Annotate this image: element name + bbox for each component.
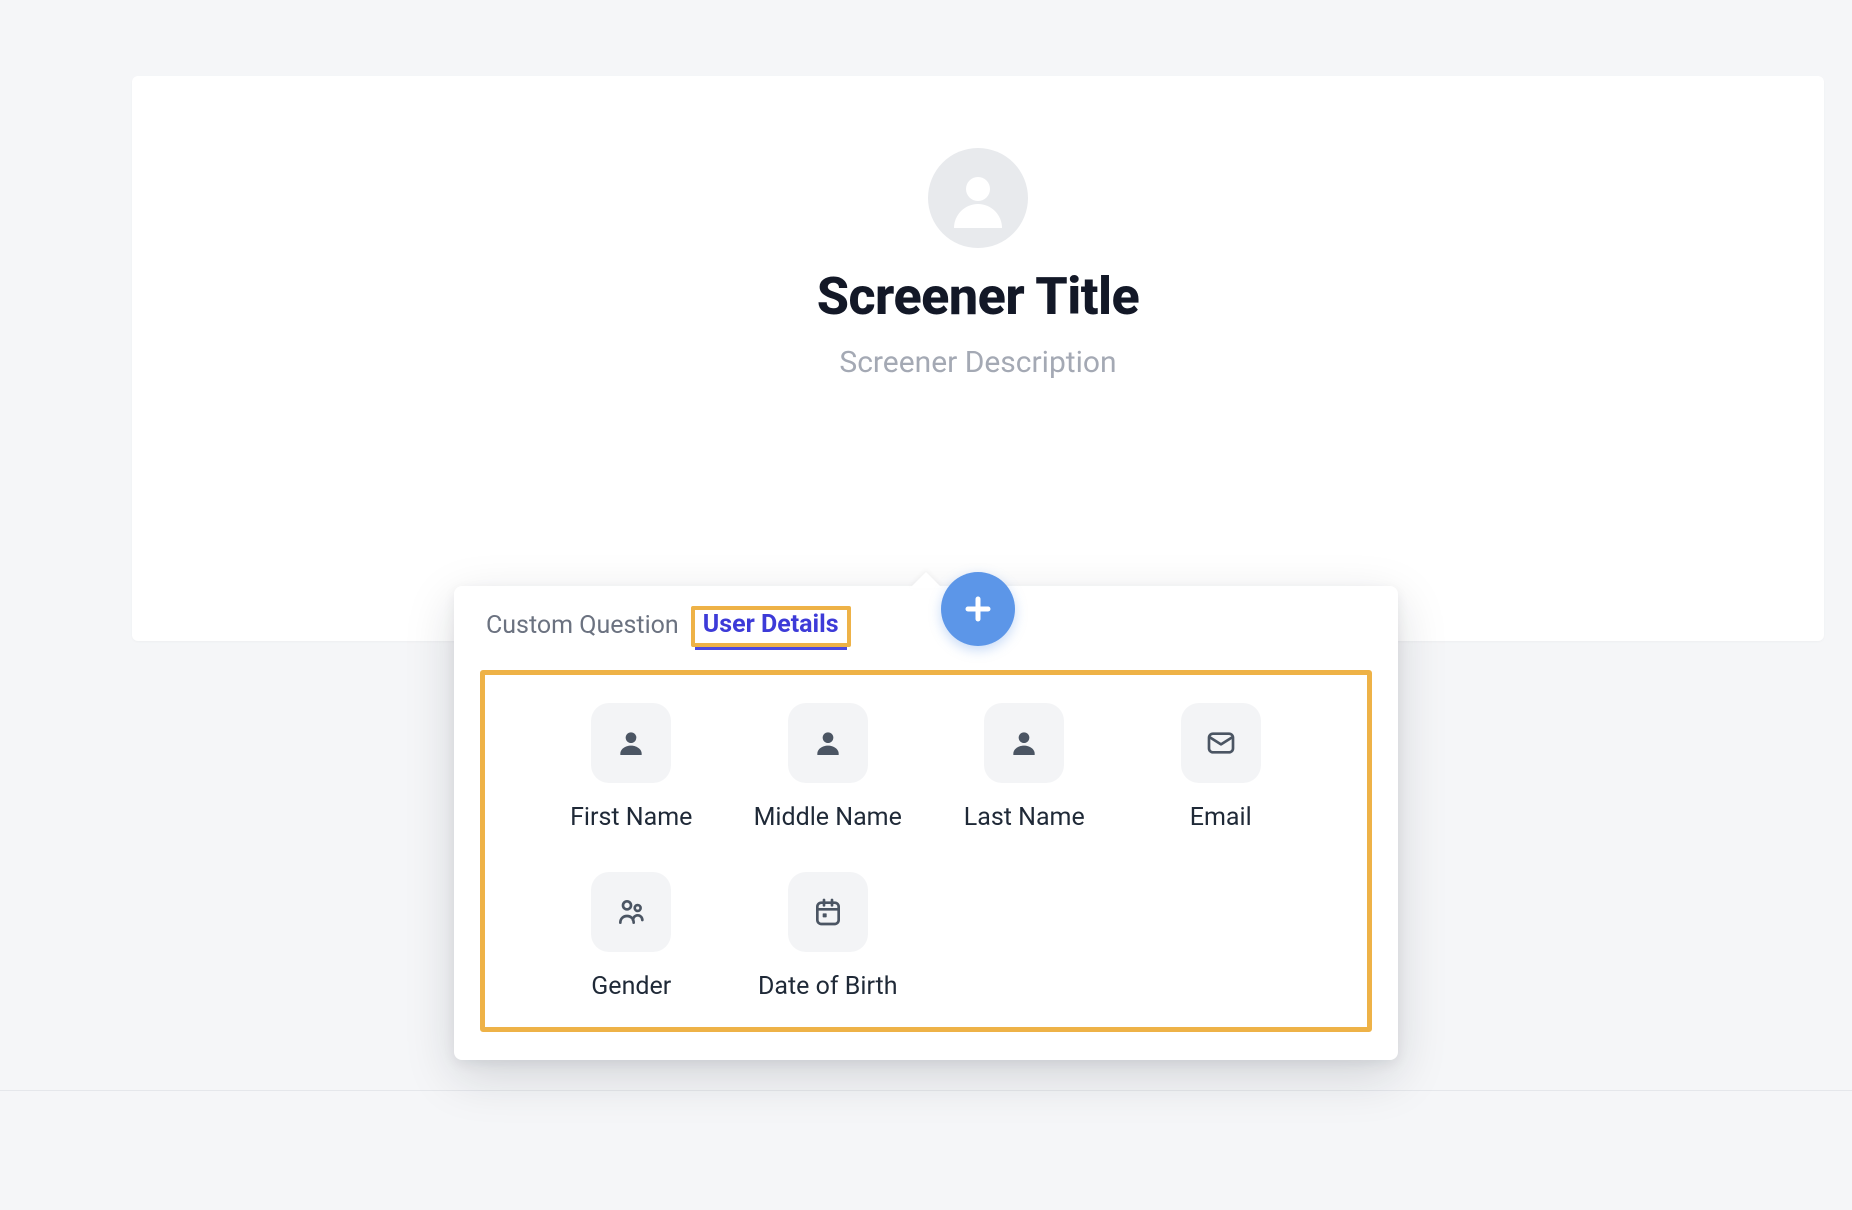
field-date-of-birth[interactable]: Date of Birth <box>730 872 927 1001</box>
field-label: Date of Birth <box>758 972 897 1001</box>
field-last-name[interactable]: Last Name <box>926 703 1123 832</box>
background-divider <box>0 1090 1852 1210</box>
person-icon <box>591 703 671 783</box>
field-label: Middle Name <box>754 803 902 832</box>
tab-user-details[interactable]: User Details <box>695 610 847 650</box>
user-details-fields: First Name Middle Name Last Name Email <box>533 703 1319 1001</box>
calendar-icon <box>788 872 868 952</box>
gender-icon <box>591 872 671 952</box>
popover-tabs: Custom Question User Details <box>454 586 1398 650</box>
field-label: Gender <box>591 972 671 1001</box>
tab-custom-question[interactable]: Custom Question <box>486 611 691 650</box>
screener-card: Screener Title Screener Description <box>132 76 1824 641</box>
field-middle-name[interactable]: Middle Name <box>730 703 927 832</box>
field-label: Email <box>1190 803 1252 832</box>
field-label: Last Name <box>964 803 1085 832</box>
add-field-button[interactable] <box>941 572 1015 646</box>
person-icon <box>788 703 868 783</box>
screener-title[interactable]: Screener Title <box>817 266 1140 327</box>
field-label: First Name <box>570 803 692 832</box>
field-gender[interactable]: Gender <box>533 872 730 1001</box>
avatar[interactable] <box>928 148 1028 248</box>
email-icon <box>1181 703 1261 783</box>
screener-description[interactable]: Screener Description <box>839 345 1116 380</box>
person-icon <box>984 703 1064 783</box>
field-first-name[interactable]: First Name <box>533 703 730 832</box>
plus-icon <box>963 594 993 624</box>
annotation-highlight-box: First Name Middle Name Last Name Email <box>480 670 1372 1032</box>
avatar-placeholder-icon <box>942 162 1014 234</box>
field-email[interactable]: Email <box>1123 703 1320 832</box>
tab-user-details-label: User Details <box>703 610 839 639</box>
add-field-popover: Custom Question User Details First Name … <box>454 586 1398 1060</box>
